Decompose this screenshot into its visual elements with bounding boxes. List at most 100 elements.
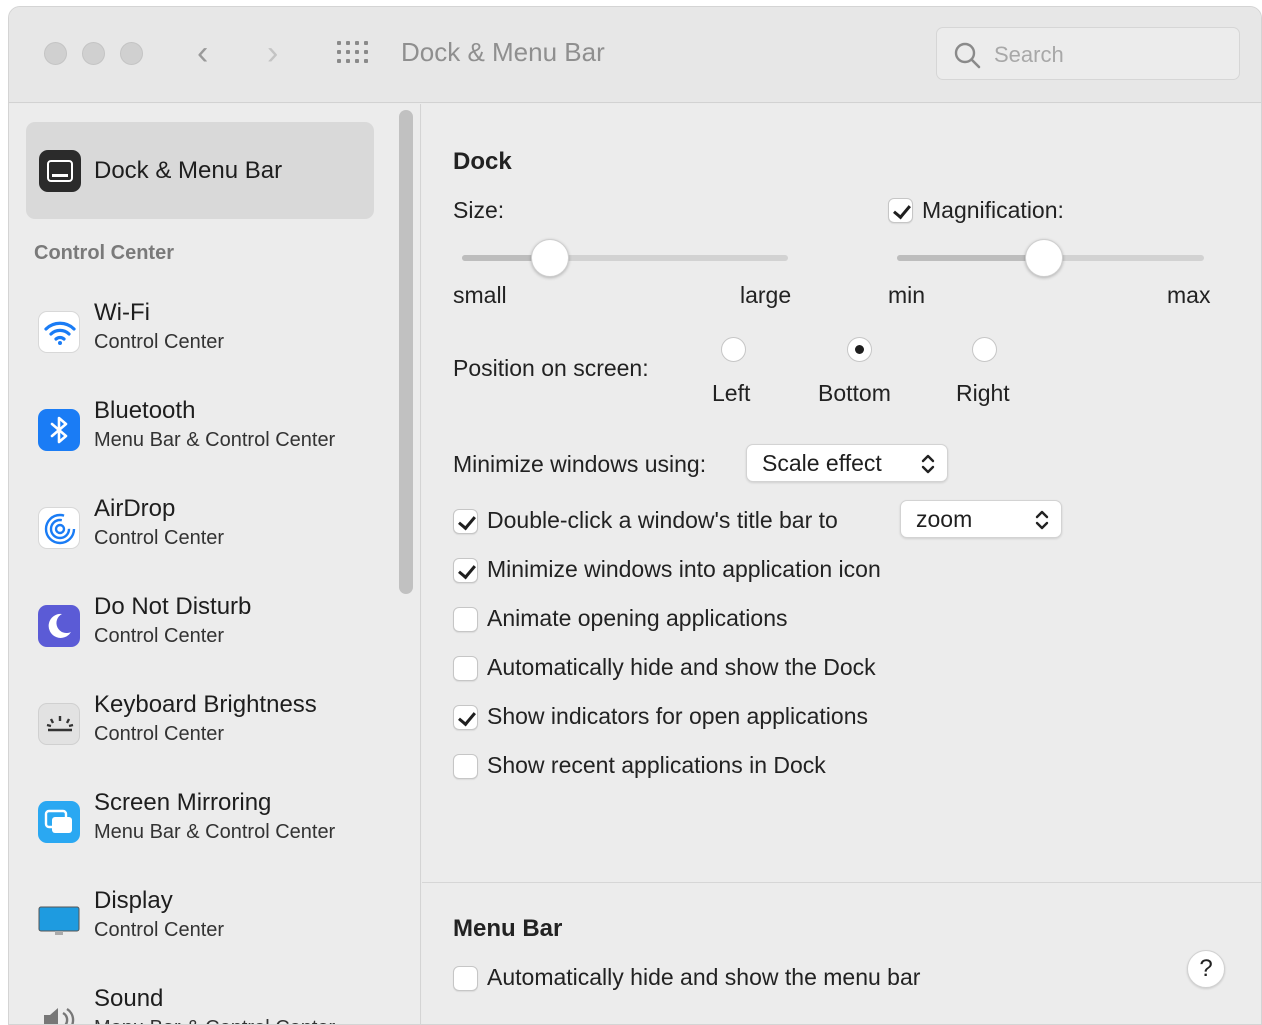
sidebar-item-sub: Control Center	[94, 331, 225, 353]
settings-window: ‹ › Dock & Menu Bar Search Dock & Menu B…	[8, 6, 1262, 1025]
help-button[interactable]: ?	[1187, 950, 1225, 988]
sidebar-item-sub: Control Center	[94, 723, 225, 745]
size-min-label: small	[453, 282, 507, 308]
sidebar-item-sound[interactable]: Sound Menu Bar & Control Center	[34, 985, 384, 1024]
sidebar-item-sub: Control Center	[94, 527, 225, 549]
position-radio-bottom[interactable]	[847, 337, 872, 362]
dock-settings-pane: Dock Size: Magnification: small large mi…	[422, 104, 1261, 1024]
sidebar-item-name: Do Not Disturb	[94, 593, 252, 620]
grid-dot	[364, 41, 368, 45]
grid-dot	[355, 59, 359, 63]
sidebar-item-bluetooth[interactable]: Bluetooth Menu Bar & Control Center	[34, 397, 384, 477]
sidebar-scrollbar[interactable]	[393, 104, 421, 1024]
magnification-slider-fill	[897, 255, 1045, 261]
size-label: Size:	[453, 197, 505, 223]
show-recent-apps-label: Show recent applications in Dock	[487, 752, 826, 778]
magnification-slider[interactable]	[897, 239, 1204, 277]
magnification-label: Magnification:	[922, 197, 1064, 223]
sidebar-item-name: Wi-Fi	[94, 299, 150, 326]
up-down-chevron-icon	[921, 454, 935, 474]
minimize-effect-value: Scale effect	[762, 450, 882, 476]
airdrop-icon	[38, 507, 80, 549]
wifi-icon	[38, 311, 80, 353]
sidebar-item-name: Display	[94, 887, 173, 914]
sidebar-item-sub: Menu Bar & Control Center	[94, 1017, 335, 1024]
show-indicators-label: Show indicators for open applications	[487, 703, 869, 729]
sidebar-item-name: Bluetooth	[94, 397, 196, 424]
bluetooth-icon	[38, 409, 80, 451]
search-placeholder: Search	[994, 42, 1064, 67]
grid-dot	[346, 41, 350, 45]
screen-mirroring-icon	[38, 801, 80, 843]
sidebar-item-airdrop[interactable]: AirDrop Control Center	[34, 495, 384, 575]
mag-max-label: max	[1167, 282, 1211, 308]
section-divider	[422, 882, 1261, 883]
mag-min-label: min	[888, 282, 926, 308]
sidebar-item-wifi[interactable]: Wi-Fi Control Center	[34, 299, 384, 379]
scrollbar-thumb[interactable]	[399, 110, 413, 594]
minimize-effect-popup[interactable]: Scale effect	[746, 444, 948, 482]
magnification-checkbox[interactable]	[888, 198, 913, 223]
sidebar-item-name: Keyboard Brightness	[94, 691, 317, 718]
show-recent-apps-checkbox[interactable]	[453, 754, 478, 779]
double-click-label: Double-click a window's title bar to	[487, 507, 838, 533]
animate-opening-label: Animate opening applications	[487, 605, 788, 631]
keyboard-brightness-icon	[38, 703, 80, 745]
autohide-menubar-checkbox[interactable]	[453, 966, 478, 991]
sidebar-item-sub: Control Center	[94, 919, 225, 941]
position-bottom-label: Bottom	[818, 380, 891, 406]
grid-dot	[364, 50, 368, 54]
search-field[interactable]: Search	[936, 27, 1240, 80]
show-indicators-checkbox[interactable]	[453, 705, 478, 730]
minimize-label: Minimize windows using:	[453, 451, 707, 477]
back-arrow-icon[interactable]: ‹	[197, 33, 208, 73]
position-radio-right[interactable]	[972, 337, 997, 362]
speaker-icon	[38, 997, 80, 1024]
magnification-slider-knob[interactable]	[1025, 239, 1064, 277]
sidebar-item-screen-mirroring[interactable]: Screen Mirroring Menu Bar & Control Cent…	[34, 789, 384, 869]
sidebar-item-label: Dock & Menu Bar	[94, 157, 283, 184]
autohide-dock-label: Automatically hide and show the Dock	[487, 654, 876, 680]
minimize-into-icon-label: Minimize windows into application icon	[487, 556, 881, 582]
sidebar-item-dock-menu-bar[interactable]: Dock & Menu Bar	[26, 122, 374, 219]
sidebar-item-sub: Menu Bar & Control Center	[94, 429, 336, 451]
sidebar-item-display[interactable]: Display Control Center	[34, 887, 384, 967]
sidebar-item-name: AirDrop	[94, 495, 176, 522]
animate-opening-checkbox[interactable]	[453, 607, 478, 632]
search-icon	[954, 42, 981, 69]
autohide-dock-checkbox[interactable]	[453, 656, 478, 681]
position-label: Position on screen:	[453, 355, 649, 381]
grid-dot	[364, 59, 368, 63]
window-title: Dock & Menu Bar	[401, 37, 605, 67]
minimize-into-icon-checkbox[interactable]	[453, 558, 478, 583]
show-all-grid-icon[interactable]	[337, 41, 373, 69]
minimize-button[interactable]	[82, 42, 105, 65]
size-max-label: large	[740, 282, 792, 308]
grid-dot	[346, 50, 350, 54]
sidebar-item-do-not-disturb[interactable]: Do Not Disturb Control Center	[34, 593, 384, 673]
position-left-label: Left	[712, 380, 751, 406]
double-click-action-popup[interactable]: zoom	[900, 500, 1062, 538]
position-radio-left[interactable]	[721, 337, 746, 362]
double-click-action-value: zoom	[916, 506, 973, 532]
double-click-checkbox[interactable]	[453, 509, 478, 534]
size-slider[interactable]	[462, 239, 788, 277]
zoom-button[interactable]	[120, 42, 143, 65]
up-down-chevron-icon	[1035, 510, 1049, 530]
close-button[interactable]	[44, 42, 67, 65]
moon-icon	[38, 605, 80, 647]
grid-dot	[346, 59, 350, 63]
forward-arrow-icon[interactable]: ›	[267, 33, 278, 73]
grid-dot	[337, 41, 341, 45]
sidebar-item-keyboard-brightness[interactable]: Keyboard Brightness Control Center	[34, 691, 384, 771]
sidebar-item-sub: Menu Bar & Control Center	[94, 821, 336, 843]
dock-heading: Dock	[453, 148, 512, 175]
grid-dot	[355, 41, 359, 45]
sidebar-item-name: Screen Mirroring	[94, 789, 272, 816]
menu-bar-heading: Menu Bar	[453, 915, 563, 942]
size-slider-knob[interactable]	[531, 239, 570, 277]
section-header-control-center: Control Center	[34, 242, 174, 264]
sidebar-item-name: Sound	[94, 985, 164, 1012]
title-bar: ‹ › Dock & Menu Bar Search	[9, 7, 1261, 103]
grid-dot	[355, 50, 359, 54]
